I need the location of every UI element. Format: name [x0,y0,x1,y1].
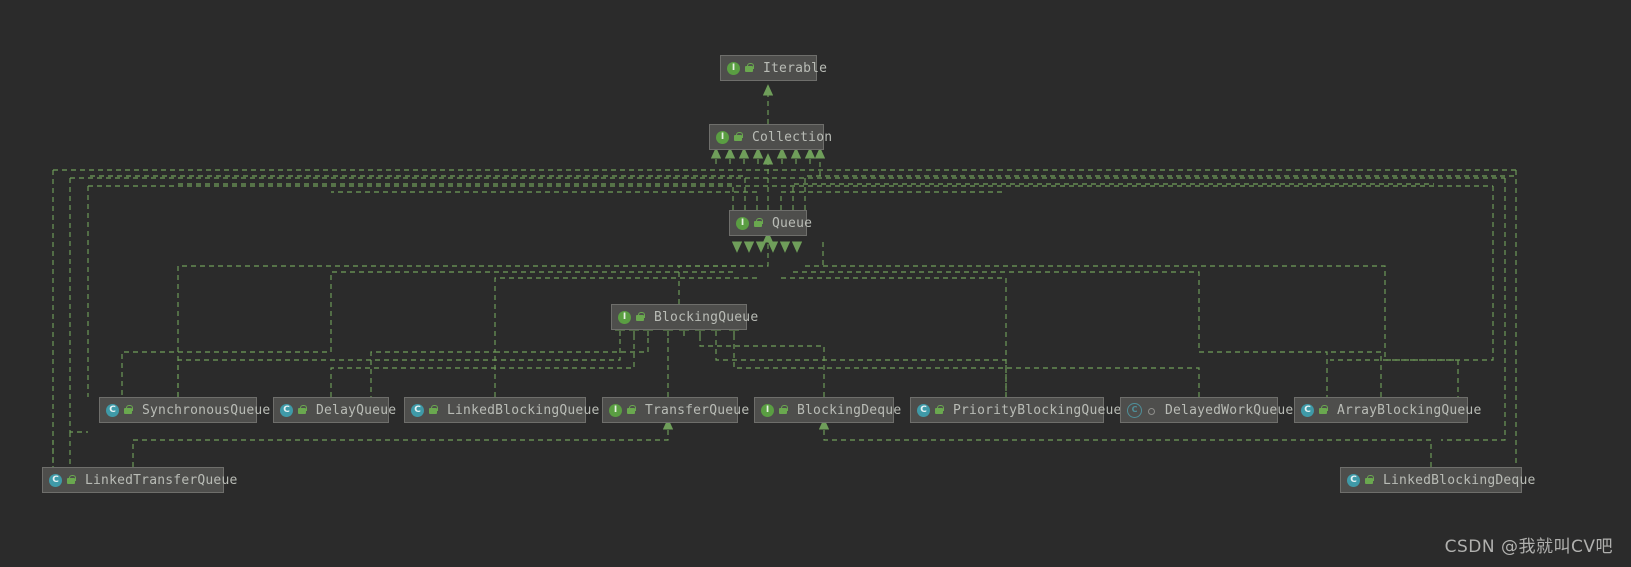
uml-node-label: Queue [772,215,813,231]
public-lock-icon [626,404,637,416]
class-icon: C [106,403,119,417]
uml-node-label: TransferQueue [645,402,750,418]
public-lock-icon [753,217,764,229]
uml-node-label: LinkedBlockingDeque [1383,472,1536,488]
interface-icon: I [609,403,622,417]
uml-node-transferqueue[interactable]: I TransferQueue [602,397,749,423]
uml-node-label: Collection [752,129,833,145]
package-private-icon [1146,405,1157,416]
uml-node-blockingdeque[interactable]: I BlockingDeque [754,397,901,423]
uml-node-label: LinkedBlockingQueue [447,402,600,418]
interface-icon: I [727,61,740,75]
uml-node-iterable[interactable]: I Iterable [720,55,827,81]
public-lock-icon [733,131,744,143]
public-lock-icon [297,404,308,416]
uml-node-linkedtransferqueue[interactable]: C LinkedTransferQueue [42,467,237,493]
class-icon: C [49,473,62,487]
uml-node-queue[interactable]: I Queue [729,210,812,236]
uml-node-delayedworkqueue[interactable]: C DelayedWorkQueue [1120,397,1293,423]
public-lock-icon [123,404,134,416]
uml-node-label: ArrayBlockingQueue [1337,402,1482,418]
interface-icon: I [716,130,729,144]
uml-node-arrayblockingqueue[interactable]: C ArrayBlockingQueue [1294,397,1481,423]
uml-node-linkedblockingqueue[interactable]: C LinkedBlockingQueue [404,397,599,423]
public-lock-icon [1318,404,1329,416]
uml-node-label: PriorityBlockingQueue [953,402,1122,418]
public-lock-icon [934,404,945,416]
class-icon: C [917,403,930,417]
inner-class-icon: C [1127,402,1142,418]
class-icon: C [411,403,424,417]
interface-icon: I [618,310,631,324]
uml-diagram-canvas[interactable]: I Iterable I Collection I Queue I BlockingQueue… [0,0,1631,567]
uml-node-label: DelayQueue [316,402,397,418]
uml-node-blockingqueue[interactable]: I BlockingQueue [611,304,758,330]
public-lock-icon [744,62,755,74]
uml-node-label: Iterable [763,60,828,76]
public-lock-icon [1364,474,1375,486]
uml-node-collection[interactable]: I Collection [709,124,832,150]
class-icon: C [1347,473,1360,487]
class-icon: C [1301,403,1314,417]
class-icon: C [280,403,293,417]
public-lock-icon [428,404,439,416]
uml-node-label: LinkedTransferQueue [85,472,238,488]
public-lock-icon [66,474,77,486]
uml-node-linkedblockingdeque[interactable]: C LinkedBlockingDeque [1340,467,1535,493]
interface-icon: I [736,216,749,230]
uml-node-synchronousqueue[interactable]: C SynchronousQueue [99,397,270,423]
uml-node-delayqueue[interactable]: C DelayQueue [273,397,396,423]
interface-icon: I [761,403,774,417]
uml-node-label: SynchronousQueue [142,402,271,418]
watermark-text: CSDN @我就叫CV吧 [1444,537,1613,557]
uml-node-priorityblockingqueue[interactable]: C PriorityBlockingQueue [910,397,1121,423]
public-lock-icon [778,404,789,416]
uml-node-label: DelayedWorkQueue [1165,402,1294,418]
uml-node-label: BlockingQueue [654,309,759,325]
public-lock-icon [635,311,646,323]
uml-node-label: BlockingDeque [797,402,902,418]
